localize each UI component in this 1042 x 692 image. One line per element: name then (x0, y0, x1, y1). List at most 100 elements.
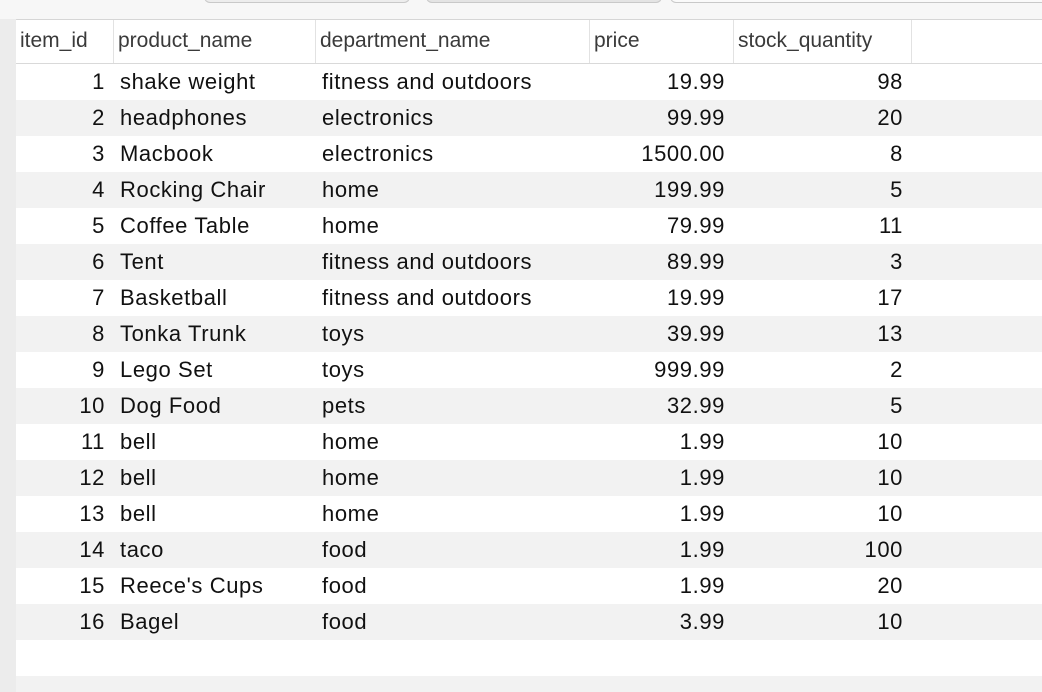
column-header-item-id[interactable]: item_id (16, 20, 114, 63)
table-row[interactable]: 9 Lego Set toys 999.99 2 (16, 352, 1042, 388)
cell-price[interactable]: 32.99 (590, 388, 734, 424)
table-row[interactable]: 12 bell home 1.99 10 (16, 460, 1042, 496)
tab-middle[interactable] (426, 0, 662, 3)
cell-product-name[interactable]: bell (114, 424, 316, 460)
cell-product-name[interactable]: bell (114, 460, 316, 496)
cell-price[interactable]: 39.99 (590, 316, 734, 352)
cell-department-name[interactable]: food (316, 604, 590, 640)
table-row[interactable]: 13 bell home 1.99 10 (16, 496, 1042, 532)
cell-stock-quantity[interactable]: 11 (734, 208, 912, 244)
column-header-product-name[interactable]: product_name (114, 20, 316, 63)
cell-stock-quantity[interactable]: 10 (734, 460, 912, 496)
cell-product-name[interactable]: shake weight (114, 64, 316, 100)
cell-stock-quantity[interactable]: 3 (734, 244, 912, 280)
cell-product-name[interactable]: Lego Set (114, 352, 316, 388)
cell-stock-quantity[interactable]: 5 (734, 388, 912, 424)
cell-price[interactable]: 89.99 (590, 244, 734, 280)
cell-stock-quantity[interactable]: 100 (734, 532, 912, 568)
cell-price[interactable]: 79.99 (590, 208, 734, 244)
cell-department-name[interactable]: fitness and outdoors (316, 280, 590, 316)
table-row[interactable]: 3 Macbook electronics 1500.00 8 (16, 136, 1042, 172)
cell-item-id[interactable]: 15 (16, 568, 114, 604)
cell-item-id[interactable]: 2 (16, 100, 114, 136)
cell-stock-quantity[interactable]: 5 (734, 172, 912, 208)
cell-department-name[interactable]: home (316, 172, 590, 208)
table-row[interactable]: 11 bell home 1.99 10 (16, 424, 1042, 460)
cell-price[interactable]: 199.99 (590, 172, 734, 208)
cell-item-id[interactable]: 13 (16, 496, 114, 532)
cell-product-name[interactable]: Macbook (114, 136, 316, 172)
cell-price[interactable]: 1.99 (590, 460, 734, 496)
cell-product-name[interactable]: bell (114, 496, 316, 532)
cell-stock-quantity[interactable]: 20 (734, 568, 912, 604)
cell-item-id[interactable]: 12 (16, 460, 114, 496)
cell-product-name[interactable]: Rocking Chair (114, 172, 316, 208)
column-header-stock-quantity[interactable]: stock_quantity (734, 20, 912, 63)
table-row[interactable]: 6 Tent fitness and outdoors 89.99 3 (16, 244, 1042, 280)
column-header-department-name[interactable]: department_name (316, 20, 590, 63)
cell-price[interactable]: 3.99 (590, 604, 734, 640)
cell-product-name[interactable]: taco (114, 532, 316, 568)
cell-item-id[interactable]: 9 (16, 352, 114, 388)
cell-price[interactable]: 1.99 (590, 532, 734, 568)
cell-department-name[interactable]: home (316, 424, 590, 460)
cell-item-id[interactable]: 11 (16, 424, 114, 460)
cell-product-name[interactable]: Bagel (114, 604, 316, 640)
table-row[interactable]: 15 Reece's Cups food 1.99 20 (16, 568, 1042, 604)
cell-department-name[interactable]: home (316, 460, 590, 496)
cell-department-name[interactable]: pets (316, 388, 590, 424)
table-row[interactable]: 14 taco food 1.99 100 (16, 532, 1042, 568)
cell-stock-quantity[interactable]: 10 (734, 496, 912, 532)
table-row[interactable]: 4 Rocking Chair home 199.99 5 (16, 172, 1042, 208)
cell-product-name[interactable]: Tent (114, 244, 316, 280)
cell-item-id[interactable]: 10 (16, 388, 114, 424)
cell-price[interactable]: 1500.00 (590, 136, 734, 172)
cell-department-name[interactable]: home (316, 496, 590, 532)
cell-department-name[interactable]: food (316, 532, 590, 568)
cell-stock-quantity[interactable]: 2 (734, 352, 912, 388)
cell-department-name[interactable]: electronics (316, 100, 590, 136)
column-header-price[interactable]: price (590, 20, 734, 63)
cell-item-id[interactable]: 7 (16, 280, 114, 316)
cell-product-name[interactable]: Basketball (114, 280, 316, 316)
table-row[interactable]: 1 shake weight fitness and outdoors 19.99 98 (16, 64, 1042, 100)
cell-item-id[interactable]: 4 (16, 172, 114, 208)
cell-stock-quantity[interactable]: 10 (734, 424, 912, 460)
cell-price[interactable]: 1.99 (590, 496, 734, 532)
cell-item-id[interactable]: 16 (16, 604, 114, 640)
table-row[interactable]: 2 headphones electronics 99.99 20 (16, 100, 1042, 136)
cell-item-id[interactable]: 1 (16, 64, 114, 100)
cell-price[interactable]: 99.99 (590, 100, 734, 136)
cell-department-name[interactable]: electronics (316, 136, 590, 172)
cell-item-id[interactable]: 8 (16, 316, 114, 352)
cell-item-id[interactable]: 14 (16, 532, 114, 568)
cell-product-name[interactable]: Coffee Table (114, 208, 316, 244)
table-row[interactable]: 7 Basketball fitness and outdoors 19.99 17 (16, 280, 1042, 316)
cell-department-name[interactable]: fitness and outdoors (316, 244, 590, 280)
cell-department-name[interactable]: food (316, 568, 590, 604)
cell-department-name[interactable]: toys (316, 352, 590, 388)
table-row[interactable]: 10 Dog Food pets 32.99 5 (16, 388, 1042, 424)
tab-left[interactable] (204, 0, 410, 3)
cell-item-id[interactable]: 3 (16, 136, 114, 172)
cell-product-name[interactable]: Dog Food (114, 388, 316, 424)
cell-stock-quantity[interactable]: 8 (734, 136, 912, 172)
cell-stock-quantity[interactable]: 20 (734, 100, 912, 136)
cell-item-id[interactable]: 5 (16, 208, 114, 244)
cell-item-id[interactable]: 6 (16, 244, 114, 280)
cell-product-name[interactable]: Reece's Cups (114, 568, 316, 604)
cell-department-name[interactable]: fitness and outdoors (316, 64, 590, 100)
cell-price[interactable]: 1.99 (590, 568, 734, 604)
cell-price[interactable]: 1.99 (590, 424, 734, 460)
cell-department-name[interactable]: home (316, 208, 590, 244)
cell-product-name[interactable]: Tonka Trunk (114, 316, 316, 352)
cell-stock-quantity[interactable]: 13 (734, 316, 912, 352)
tab-right[interactable] (670, 0, 1042, 3)
cell-price[interactable]: 19.99 (590, 280, 734, 316)
cell-stock-quantity[interactable]: 10 (734, 604, 912, 640)
cell-stock-quantity[interactable]: 98 (734, 64, 912, 100)
cell-department-name[interactable]: toys (316, 316, 590, 352)
table-row[interactable]: 5 Coffee Table home 79.99 11 (16, 208, 1042, 244)
cell-price[interactable]: 999.99 (590, 352, 734, 388)
cell-stock-quantity[interactable]: 17 (734, 280, 912, 316)
